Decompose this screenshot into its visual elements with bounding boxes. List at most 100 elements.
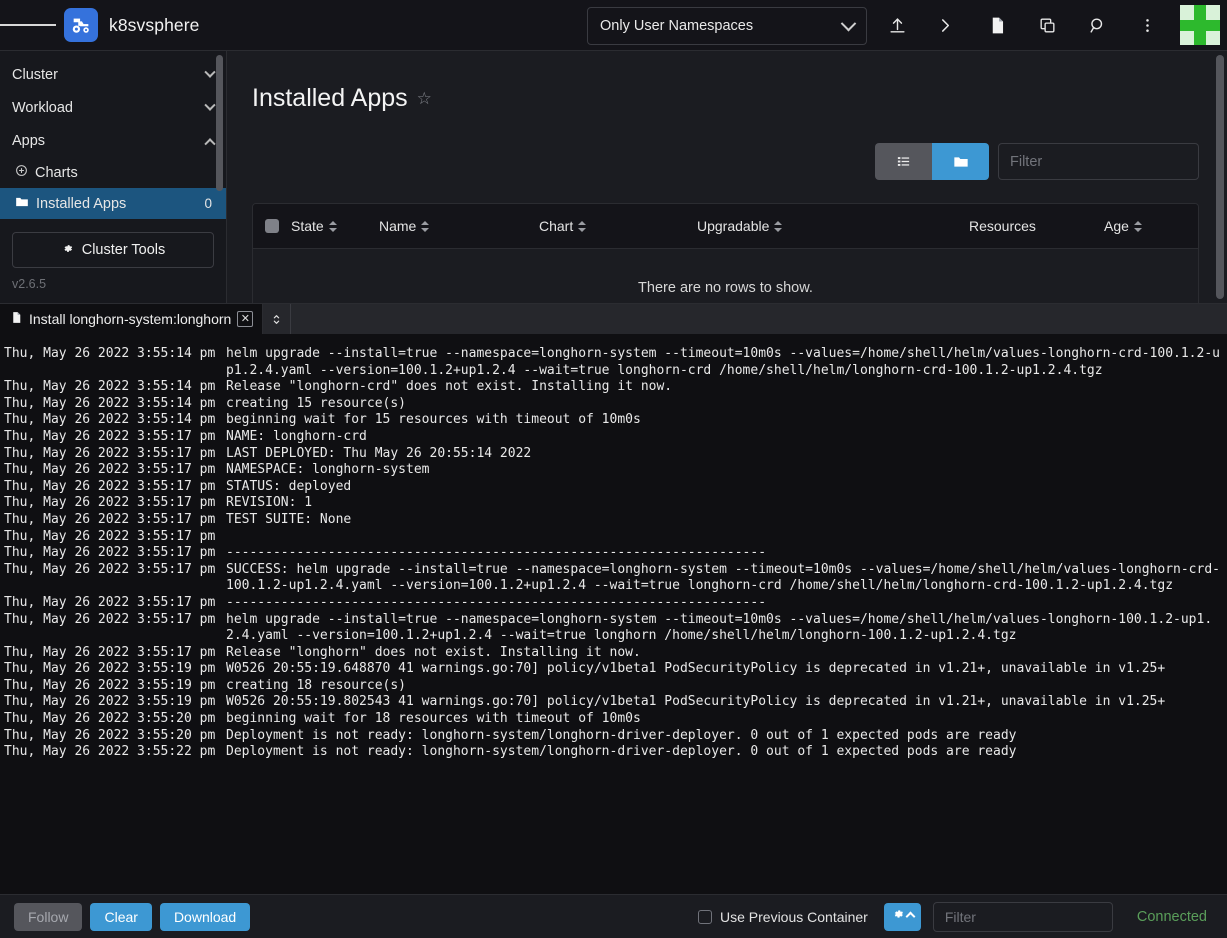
column-header-upgradable[interactable]: Upgradable (697, 218, 969, 234)
apps-filter-input[interactable] (1010, 154, 1187, 170)
sort-icon (329, 220, 338, 233)
log-message: LAST DEPLOYED: Thu May 26 20:55:14 2022 (226, 446, 1221, 463)
log-line: Thu, May 26 2022 3:55:14 pmhelm upgrade … (0, 346, 1227, 379)
apps-filter-box[interactable] (998, 143, 1199, 180)
checkbox-box (698, 910, 712, 924)
log-timestamp: Thu, May 26 2022 3:55:17 pm (4, 495, 226, 512)
clone-window-icon[interactable] (1022, 0, 1072, 51)
log-line: Thu, May 26 2022 3:55:17 pmRelease "long… (0, 645, 1227, 662)
log-line: Thu, May 26 2022 3:55:17 pmREVISION: 1 (0, 495, 1227, 512)
log-line: Thu, May 26 2022 3:55:17 pmSTATUS: deplo… (0, 479, 1227, 496)
download-button[interactable]: Download (160, 903, 250, 931)
hamburger-bar (19, 24, 38, 26)
log-timestamp: Thu, May 26 2022 3:55:17 pm (4, 562, 226, 595)
log-filter-input[interactable] (945, 909, 1101, 925)
main-scrollbar[interactable] (1216, 55, 1224, 299)
log-timestamp: Thu, May 26 2022 3:55:19 pm (4, 694, 226, 711)
chevron-down-icon (204, 66, 215, 77)
log-message: NAMESPACE: longhorn-system (226, 462, 1221, 479)
close-icon[interactable]: ✕ (237, 311, 253, 327)
log-output[interactable]: Thu, May 26 2022 3:55:14 pmhelm upgrade … (0, 334, 1227, 898)
log-tab-install-longhorn[interactable]: Install longhorn-system:longhorn ✕ (0, 304, 263, 334)
gear-icon (891, 907, 905, 926)
sidebar-group-label: Workload (12, 100, 206, 116)
hamburger-bar (37, 24, 56, 26)
table-empty-message: There are no rows to show. (253, 249, 1198, 303)
import-yaml-file-icon[interactable] (972, 0, 1022, 51)
log-timestamp: Thu, May 26 2022 3:55:17 pm (4, 545, 226, 562)
hamburger-menu-icon[interactable] (0, 0, 56, 51)
log-timestamp: Thu, May 26 2022 3:55:17 pm (4, 429, 226, 446)
sidebar-group-cluster[interactable]: Cluster (0, 58, 226, 91)
cluster-tools-button[interactable]: Cluster Tools (12, 232, 214, 268)
sidebar-item-label: Installed Apps (36, 196, 197, 212)
column-header-chart[interactable]: Chart (539, 218, 697, 234)
chevron-down-icon (841, 15, 857, 31)
log-line: Thu, May 26 2022 3:55:17 pm-------------… (0, 545, 1227, 562)
column-label: Resources (969, 218, 1036, 234)
column-label: State (291, 218, 324, 234)
column-label: Age (1104, 218, 1129, 234)
expand-collapse-icon[interactable] (263, 304, 291, 334)
sidebar-group-apps[interactable]: Apps (0, 124, 226, 157)
sidebar-item-charts[interactable]: Charts (0, 157, 226, 188)
log-panel: Install longhorn-system:longhorn ✕ Thu, … (0, 303, 1227, 938)
log-line: Thu, May 26 2022 3:55:14 pmcreating 15 r… (0, 396, 1227, 413)
log-message: REVISION: 1 (226, 495, 1221, 512)
use-previous-container-checkbox[interactable]: Use Previous Container (698, 909, 868, 925)
sidebar-nav: Cluster Workload Apps Charts Installed A… (0, 51, 227, 303)
hamburger-bar (0, 24, 19, 26)
sort-icon (774, 220, 783, 233)
column-header-state[interactable]: State (291, 218, 379, 234)
star-outline-icon[interactable]: ☆ (417, 89, 432, 109)
clear-button[interactable]: Clear (90, 903, 151, 931)
sidebar-scrollbar[interactable] (216, 55, 223, 191)
log-filter-box[interactable] (933, 902, 1113, 932)
log-timestamp: Thu, May 26 2022 3:55:19 pm (4, 661, 226, 678)
sidebar-item-installed-apps[interactable]: Installed Apps 0 (0, 188, 226, 219)
log-line: Thu, May 26 2022 3:55:17 pmTEST SUITE: N… (0, 512, 1227, 529)
sort-icon (578, 220, 587, 233)
brand-home-link[interactable]: k8svsphere (64, 8, 200, 42)
version-label: v2.6.5 (12, 277, 226, 291)
column-header-resources[interactable]: Resources (969, 218, 1104, 234)
log-line: Thu, May 26 2022 3:55:17 pm-------------… (0, 595, 1227, 612)
log-message: NAME: longhorn-crd (226, 429, 1221, 446)
group-view-toggle[interactable] (932, 143, 989, 180)
log-tabbar-filler (291, 304, 1227, 334)
log-line: Thu, May 26 2022 3:55:17 pmLAST DEPLOYED… (0, 446, 1227, 463)
file-icon (10, 311, 23, 327)
select-all-checkbox[interactable] (265, 219, 279, 233)
log-message (226, 529, 1221, 546)
connection-status: Connected (1137, 909, 1207, 925)
column-header-name[interactable]: Name (379, 218, 539, 234)
log-line: Thu, May 26 2022 3:55:17 pm (0, 529, 1227, 546)
log-settings-button[interactable] (884, 903, 921, 931)
log-message: Release "longhorn-crd" does not exist. I… (226, 379, 1221, 396)
view-toggle-group (875, 143, 989, 180)
column-label: Chart (539, 218, 573, 234)
list-view-toggle[interactable] (875, 143, 932, 180)
namespace-filter-select[interactable]: Only User Namespaces (587, 7, 867, 45)
search-icon[interactable] (1072, 0, 1122, 51)
log-message: ----------------------------------------… (226, 545, 1221, 562)
kubectl-shell-icon[interactable] (922, 0, 972, 51)
log-message: beginning wait for 15 resources with tim… (226, 412, 1221, 429)
folder-icon (15, 195, 29, 213)
log-timestamp: Thu, May 26 2022 3:55:20 pm (4, 711, 226, 728)
kebab-menu-icon[interactable] (1122, 0, 1172, 51)
follow-button[interactable]: Follow (14, 903, 82, 931)
log-message: ----------------------------------------… (226, 595, 1221, 612)
page-title-text: Installed Apps (252, 84, 408, 113)
avatar[interactable] (1180, 5, 1220, 45)
column-label: Name (379, 218, 416, 234)
log-timestamp: Thu, May 26 2022 3:55:14 pm (4, 379, 226, 396)
sidebar-group-workload[interactable]: Workload (0, 91, 226, 124)
column-header-age[interactable]: Age (1104, 218, 1143, 234)
log-timestamp: Thu, May 26 2022 3:55:17 pm (4, 595, 226, 612)
log-timestamp: Thu, May 26 2022 3:55:17 pm (4, 529, 226, 546)
log-line: Thu, May 26 2022 3:55:19 pmW0526 20:55:1… (0, 694, 1227, 711)
circle-plus-icon (15, 164, 28, 181)
import-upload-icon[interactable] (872, 0, 922, 51)
log-message: W0526 20:55:19.802543 41 warnings.go:70]… (226, 694, 1221, 711)
